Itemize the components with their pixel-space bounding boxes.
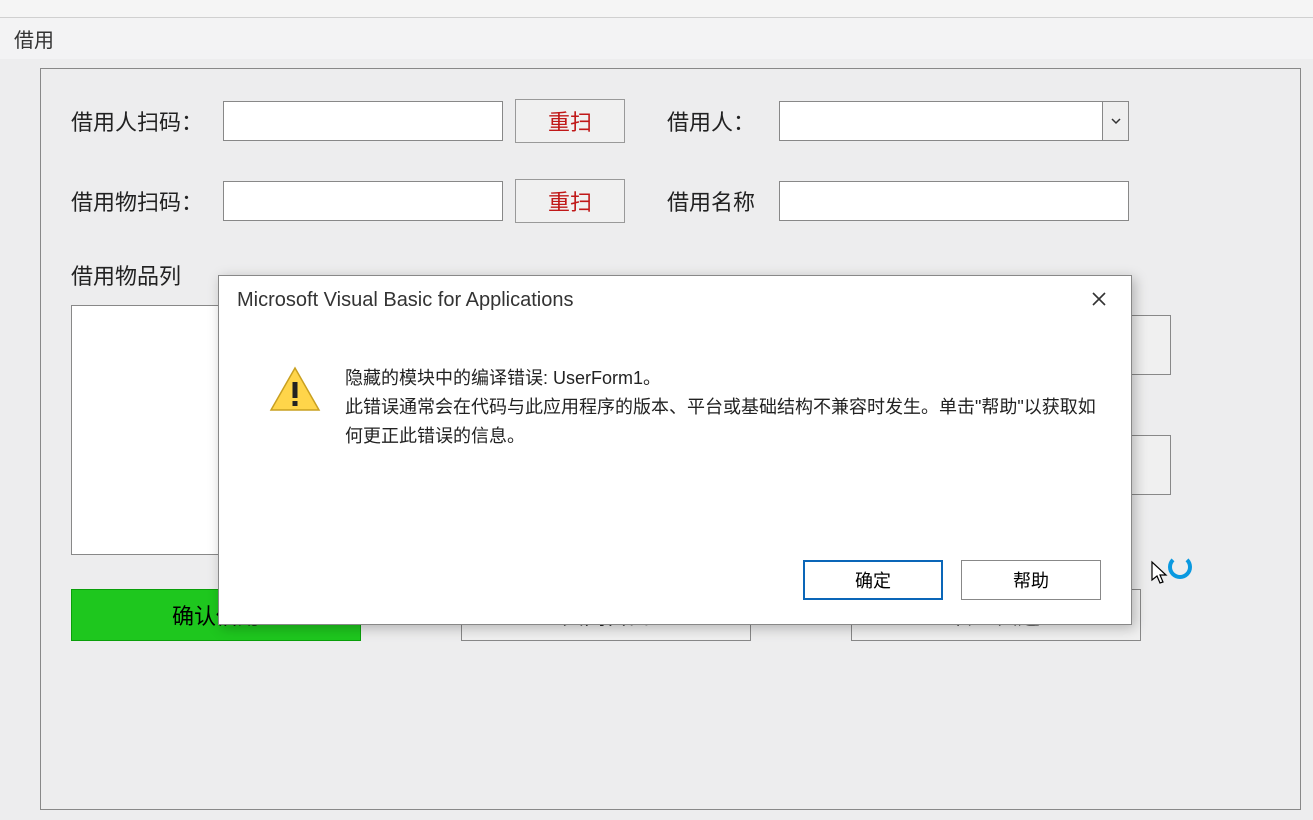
warning-icon: [269, 364, 321, 416]
item-scan-label: 借用物扫码：: [71, 185, 211, 217]
borrower-rescan-button[interactable]: 重扫: [515, 99, 625, 143]
dialog-titlebar: Microsoft Visual Basic for Applications: [219, 276, 1131, 324]
dialog-message-line2: 此错误通常会在代码与此应用程序的版本、平台或基础结构不兼容时发生。单击"帮助"以…: [345, 393, 1101, 451]
row-item-scan: 借用物扫码： 重扫 借用名称: [71, 179, 1270, 223]
item-name-combo[interactable]: [779, 181, 1129, 221]
item-scan-input[interactable]: [223, 181, 503, 221]
cursor-icon: [1150, 560, 1170, 591]
dialog-ok-button[interactable]: 确定: [803, 560, 943, 600]
borrower-scan-label: 借用人扫码：: [71, 105, 211, 137]
busy-spinner-icon: [1168, 555, 1192, 579]
row-borrower-scan: 借用人扫码： 重扫 借用人：: [71, 99, 1270, 143]
dialog-help-button[interactable]: 帮助: [961, 560, 1101, 600]
dialog-button-row: 确定 帮助: [803, 560, 1101, 600]
dialog-title: Microsoft Visual Basic for Applications: [237, 289, 573, 312]
borrower-combo[interactable]: [779, 101, 1129, 141]
dialog-body: 隐藏的模块中的编译错误: UserForm1。 此错误通常会在代码与此应用程序的…: [219, 324, 1131, 470]
item-rescan-button[interactable]: 重扫: [515, 179, 625, 223]
form-window-title: 借用: [0, 18, 1313, 59]
item-name-combo-wrap: [779, 181, 1129, 221]
vba-error-dialog: Microsoft Visual Basic for Applications …: [218, 275, 1132, 625]
ribbon-strip: [0, 0, 1313, 18]
item-name-label: 借用名称: [667, 185, 767, 217]
dialog-close-button[interactable]: [1079, 284, 1119, 316]
close-icon: [1092, 292, 1106, 309]
borrower-label: 借用人：: [667, 105, 767, 137]
dialog-message-line1: 隐藏的模块中的编译错误: UserForm1。: [345, 364, 1101, 393]
dialog-message: 隐藏的模块中的编译错误: UserForm1。 此错误通常会在代码与此应用程序的…: [345, 364, 1101, 450]
borrower-combo-wrap: [779, 101, 1129, 141]
borrower-scan-input[interactable]: [223, 101, 503, 141]
